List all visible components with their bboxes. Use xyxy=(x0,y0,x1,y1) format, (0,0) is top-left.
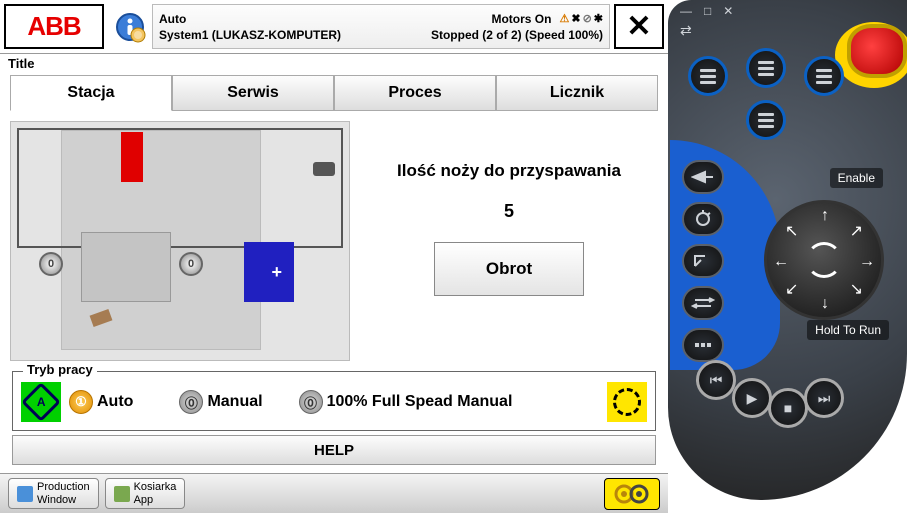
pendant-menu-button-4[interactable] xyxy=(746,100,786,140)
pendant-side-button-5[interactable] xyxy=(682,328,724,362)
kosiarka-app-icon xyxy=(114,486,130,502)
mode-manual-icon: ⓪ xyxy=(179,390,203,414)
obrot-button[interactable]: Obrot xyxy=(434,242,584,296)
emergency-stop-button[interactable] xyxy=(847,24,907,78)
tab-stacja[interactable]: Stacja xyxy=(10,75,172,111)
info-icon[interactable] xyxy=(108,0,152,53)
status-motors: Motors On xyxy=(491,12,551,26)
station-diagram: + 0 0 xyxy=(10,121,350,361)
mode-full-label[interactable]: 100% Full Spead Manual xyxy=(327,393,513,411)
knife-count-label: Ilość noży do przyspawania xyxy=(397,161,621,181)
joystick[interactable]: ↑ ↓ ← → ↖ ↗ ↙ ↘ xyxy=(764,200,884,320)
close-button[interactable]: ✕ xyxy=(614,4,664,49)
mode-auto-icon: ① xyxy=(69,390,93,414)
mode-selected-indicator: A xyxy=(21,382,61,422)
tab-licznik[interactable]: Licznik xyxy=(496,75,658,111)
abb-logo: ABB xyxy=(4,4,104,49)
enable-label[interactable]: Enable xyxy=(830,168,883,188)
taskbar-production-window[interactable]: ProductionWindow xyxy=(8,478,99,508)
pendant-menu-button-3[interactable] xyxy=(804,56,844,96)
transport-play-button[interactable]: ▶ xyxy=(732,378,772,418)
mode-auto-label[interactable]: Auto xyxy=(97,393,133,411)
status-mode: Auto xyxy=(159,12,186,26)
mode-cycle-indicator xyxy=(607,382,647,422)
production-window-icon xyxy=(17,486,33,502)
pendant-side-button-4[interactable] xyxy=(682,286,724,320)
pendant-side-button-3[interactable] xyxy=(682,244,724,278)
swap-icon[interactable]: ⇄ xyxy=(680,22,692,39)
pendant-maximize-icon[interactable]: □ xyxy=(704,4,711,18)
gear-icon xyxy=(612,482,652,506)
abb-logo-text: ABB xyxy=(27,11,80,42)
transport-stop-button[interactable]: ■ xyxy=(768,388,808,428)
status-system: System1 (LUKASZ-KOMPUTER) xyxy=(159,28,341,42)
pendant-menu-button-1[interactable] xyxy=(688,56,728,96)
taskbar-kosiarka-app[interactable]: KosiarkaApp xyxy=(105,478,186,508)
flexpendant-device: — □ ✕ ⇄ ↑ ↓ ← → ↖ ↗ ↙ ↘ Enable Hold To R… xyxy=(668,0,907,513)
transport-prev-button[interactable]: ⏮ xyxy=(696,360,736,400)
tab-serwis[interactable]: Serwis xyxy=(172,75,334,111)
status-stopped: Stopped (2 of 2) (Speed 100%) xyxy=(431,28,603,42)
settings-button[interactable] xyxy=(604,478,660,510)
mode-group-legend: Tryb pracy xyxy=(23,362,97,377)
pendant-side-button-2[interactable] xyxy=(682,202,724,236)
help-bar[interactable]: HELP xyxy=(12,435,656,465)
pendant-minimize-icon[interactable]: — xyxy=(680,4,692,18)
knife-count-value: 5 xyxy=(504,201,514,222)
pendant-menu-button-2[interactable] xyxy=(746,48,786,88)
page-title: Title xyxy=(0,54,668,73)
pendant-close-icon[interactable]: ✕ xyxy=(723,4,733,18)
status-icons: ⚠ ✖ ⊘ ✱ xyxy=(559,12,603,25)
transport-next-button[interactable]: ⏭ xyxy=(804,378,844,418)
status-panel: Auto Motors On ⚠ ✖ ⊘ ✱ System1 (LUKASZ-K… xyxy=(152,4,610,49)
mode-full-icon: ⓪ xyxy=(299,390,323,414)
pendant-side-button-1[interactable] xyxy=(682,160,724,194)
mode-manual-label[interactable]: Manual xyxy=(207,393,262,411)
hold-to-run-label[interactable]: Hold To Run xyxy=(807,320,889,340)
tab-proces[interactable]: Proces xyxy=(334,75,496,111)
